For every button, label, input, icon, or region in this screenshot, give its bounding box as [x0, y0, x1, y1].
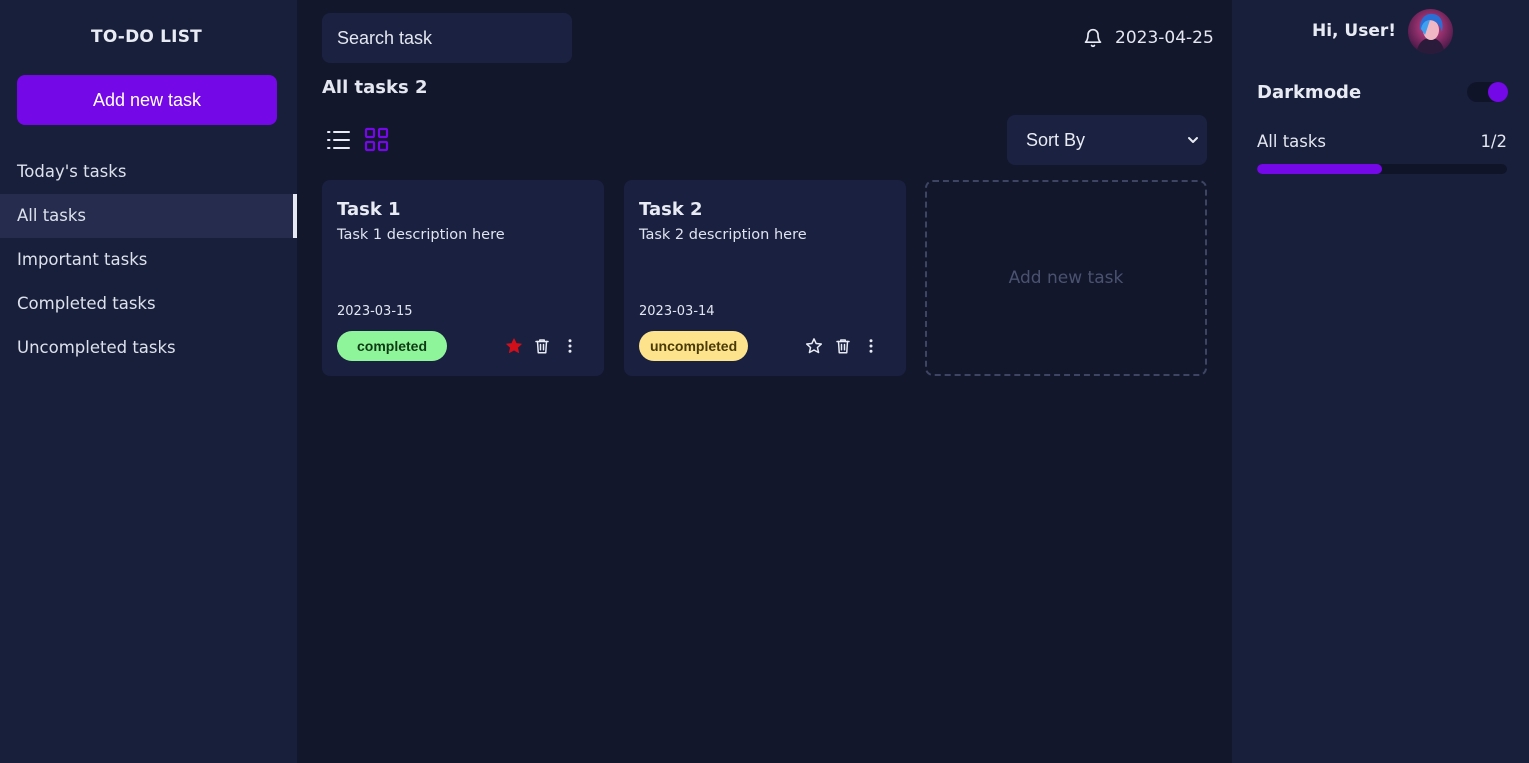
sidebar-item-todays-tasks[interactable]: Today's tasks	[0, 150, 297, 194]
task-card[interactable]: Task 2 Task 2 description here 2023-03-1…	[624, 180, 906, 376]
star-icon[interactable]	[505, 337, 523, 355]
task-date: 2023-03-14	[639, 304, 715, 319]
task-description: Task 1 description here	[337, 227, 505, 243]
left-sidebar: TO-DO LIST Add new task Today's tasks Al…	[0, 0, 297, 763]
sidebar-nav: Today's tasks All tasks Important tasks …	[0, 150, 297, 370]
sidebar-item-important-tasks[interactable]: Important tasks	[0, 238, 297, 282]
trash-icon[interactable]	[533, 337, 551, 355]
progress-bar	[1257, 164, 1507, 174]
bell-icon[interactable]	[1083, 28, 1103, 48]
status-badge[interactable]: completed	[337, 331, 448, 361]
avatar-image	[1408, 9, 1453, 54]
toggle-knob	[1488, 82, 1508, 102]
search-input[interactable]	[322, 13, 572, 63]
more-vertical-icon[interactable]	[561, 337, 579, 355]
sort-by-select[interactable]: Sort By	[1007, 115, 1207, 165]
status-badge[interactable]: uncompleted	[639, 331, 749, 361]
sidebar-item-completed-tasks[interactable]: Completed tasks	[0, 282, 297, 326]
chevron-down-icon	[1188, 137, 1198, 143]
page-title: All tasks 2	[322, 77, 428, 98]
current-date: 2023-04-25	[1115, 28, 1214, 48]
progress-label: All tasks	[1257, 132, 1327, 151]
right-panel	[1232, 0, 1529, 763]
darkmode-toggle[interactable]	[1467, 82, 1508, 102]
avatar[interactable]	[1408, 9, 1453, 54]
task-title: Task 2	[639, 199, 703, 220]
app-title: TO-DO LIST	[91, 27, 202, 47]
sidebar-item-all-tasks[interactable]: All tasks	[0, 194, 297, 238]
sort-by-label: Sort By	[1026, 130, 1086, 150]
add-task-card[interactable]: Add new task	[925, 180, 1207, 376]
star-icon[interactable]	[805, 337, 823, 355]
list-view-icon[interactable]	[325, 127, 351, 153]
grid-view-icon[interactable]	[364, 127, 390, 153]
more-vertical-icon[interactable]	[862, 337, 880, 355]
trash-icon[interactable]	[834, 337, 852, 355]
progress-count: 1/2	[1480, 132, 1507, 151]
sidebar-item-uncompleted-tasks[interactable]: Uncompleted tasks	[0, 326, 297, 370]
task-card[interactable]: Task 1 Task 1 description here 2023-03-1…	[322, 180, 604, 376]
task-title: Task 1	[337, 199, 401, 220]
progress-bar-fill	[1257, 164, 1382, 174]
user-greeting: Hi, User!	[1312, 21, 1397, 41]
task-description: Task 2 description here	[639, 227, 807, 243]
darkmode-label: Darkmode	[1257, 82, 1362, 103]
task-date: 2023-03-15	[337, 304, 413, 319]
add-new-task-button[interactable]: Add new task	[17, 75, 277, 125]
